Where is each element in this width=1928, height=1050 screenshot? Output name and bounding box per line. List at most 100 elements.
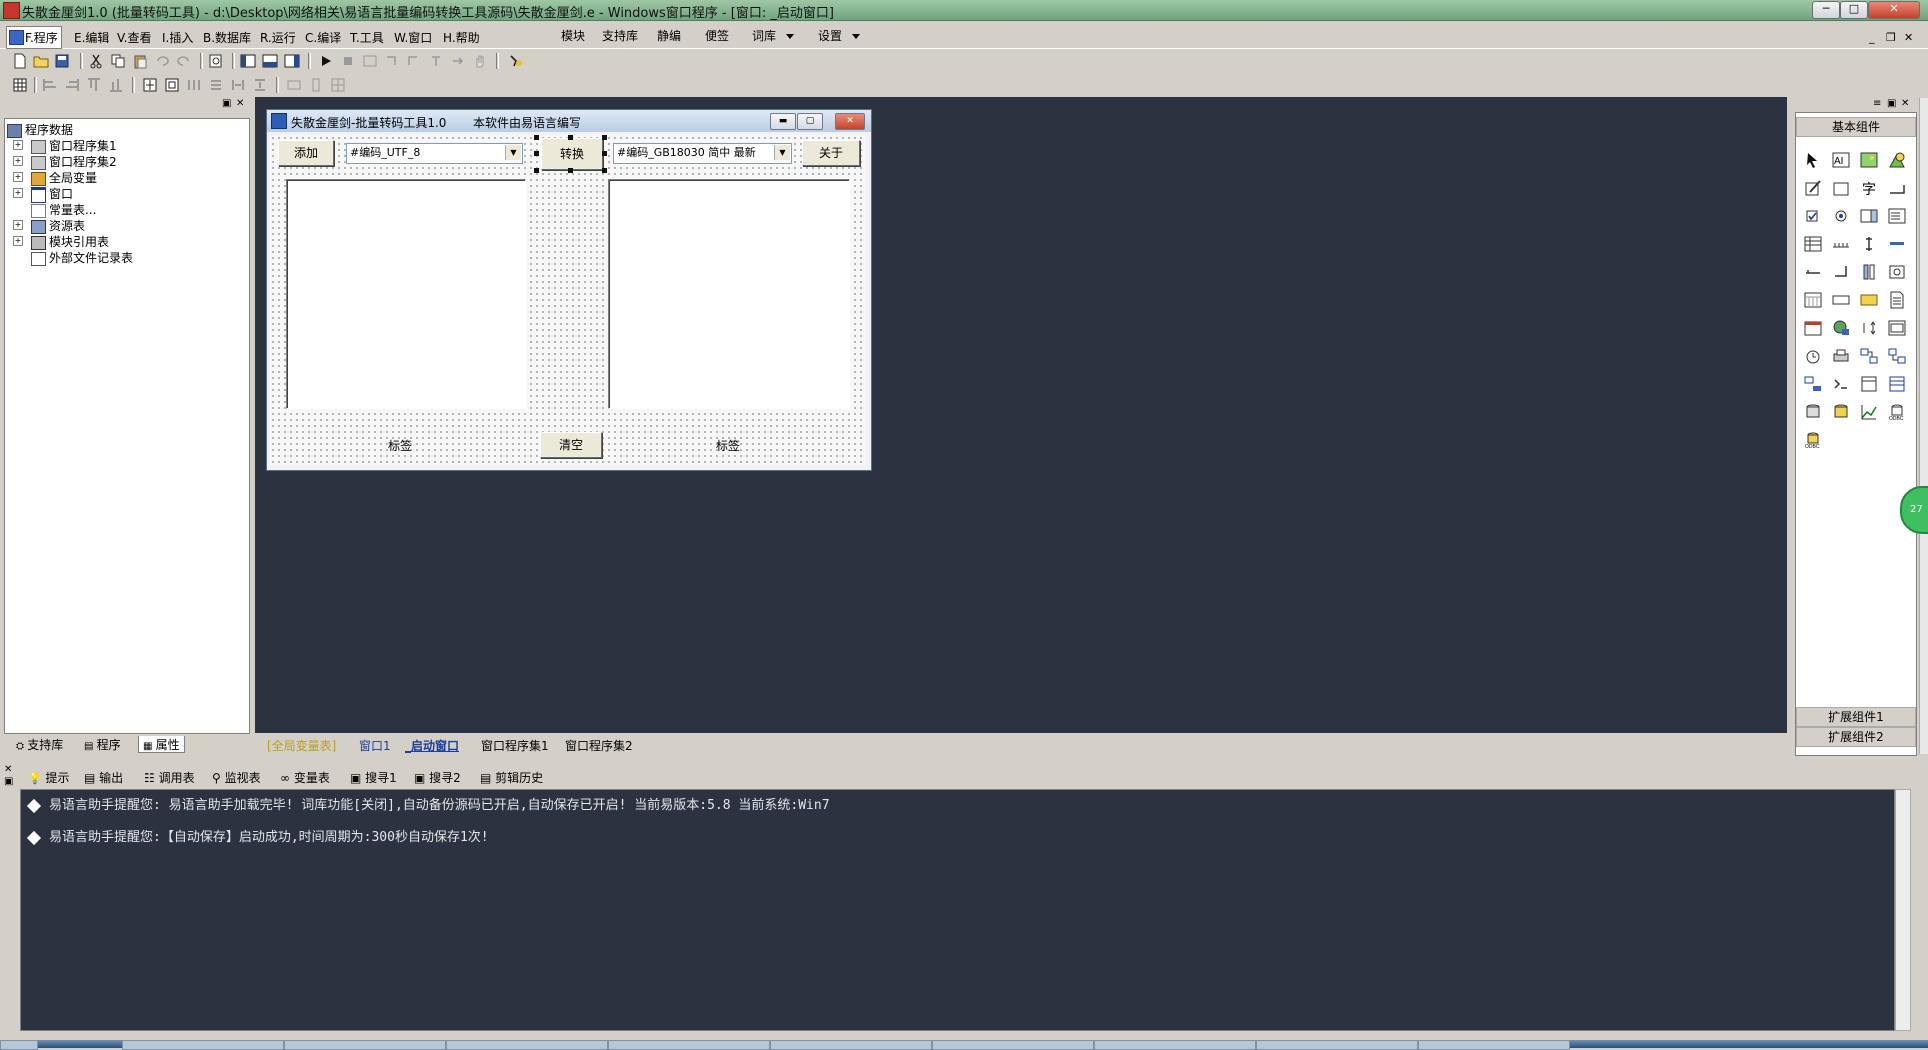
clear-button[interactable]: 清空 [540,432,602,458]
tab-properties[interactable]: ▦ 属性 [138,736,185,753]
same-height-icon[interactable] [186,77,202,93]
target-encoding-select[interactable]: #编码_GB18030 简中 最新 ▼ [613,143,792,164]
tab-variables[interactable]: ∞ 变量表 [280,769,330,786]
form-minimize-button[interactable]: ▬ [770,113,796,130]
tab-output[interactable]: ▤ 输出 [84,769,123,786]
tab-program[interactable]: ▤ 程序 [80,736,125,752]
paste-icon[interactable] [132,53,148,69]
menu-edit[interactable]: E.编辑 [74,29,109,46]
tree-item-windows[interactable]: 窗口 [31,185,73,203]
client-tool-icon[interactable] [1888,347,1906,365]
output-pin-icon[interactable]: ▣ [4,776,13,787]
label-tool-icon[interactable]: AI [1832,151,1850,169]
menu-run[interactable]: R.运行 [260,29,296,46]
group-box-icon[interactable] [1832,179,1850,197]
db-provider-icon[interactable] [1804,403,1822,421]
run-to-cursor-icon[interactable] [450,53,466,69]
taskbar-item[interactable] [1418,1040,1570,1050]
menu-module[interactable]: 模块 [561,27,585,44]
form-close-button[interactable]: ✕ [835,113,865,130]
menu-tools[interactable]: T.工具 [350,29,384,46]
edit-box-icon[interactable] [1888,179,1906,197]
add-button[interactable]: 添加 [278,140,334,166]
layout-bottom-icon[interactable] [262,53,278,69]
stop-icon[interactable] [340,53,356,69]
menu-view[interactable]: V.查看 [117,29,151,46]
network-tool-icon[interactable] [1860,347,1878,365]
tree-item-globals[interactable]: 全局变量 [31,169,97,186]
source-encoding-select[interactable]: #编码_UTF_8 ▼ [346,143,523,164]
expand-icon[interactable]: + [13,236,23,246]
menu-static[interactable]: 静编 [657,27,681,44]
selection-handle[interactable] [534,151,539,156]
mdi-restore-button[interactable]: ❐ [1886,31,1896,44]
right-scrollbar[interactable] [1919,98,1928,754]
tab-hint[interactable]: 💡 提示 [28,769,70,786]
tab-watch[interactable]: ⚲ 监视表 [212,769,261,786]
selection-handle[interactable] [602,151,607,156]
drawing-board-icon[interactable] [1804,179,1822,197]
maximize-button[interactable]: □ [1840,1,1868,19]
taskbar-item[interactable] [122,1040,284,1050]
center-h-icon[interactable] [142,77,158,93]
selection-handle[interactable] [602,135,607,140]
find-icon[interactable] [208,53,224,69]
image-box-icon[interactable] [1860,151,1878,169]
hand-icon[interactable] [472,53,488,69]
odbc-source-icon[interactable]: ODBC [1804,431,1822,450]
same-width-icon[interactable] [208,77,224,93]
close-icon[interactable]: ✕ [236,98,244,109]
tab-search1[interactable]: ▣ 搜寻1 [350,769,397,786]
align-right-icon[interactable] [64,77,80,93]
menu-compile[interactable]: C.编译 [305,29,341,46]
copy-icon[interactable] [110,53,126,69]
ext-components-2-button[interactable]: 扩展组件2 [1796,727,1916,747]
taskbar-item[interactable] [932,1040,1094,1050]
ext-components-1-button[interactable]: 扩展组件1 [1796,707,1916,727]
output-close-icon[interactable]: ✕ [4,764,12,775]
output-scrollbar[interactable] [1895,789,1911,1031]
lock-icon[interactable] [308,77,324,93]
pointer-icon[interactable] [1804,151,1822,169]
space-v-icon[interactable] [252,77,268,93]
form-maximize-button[interactable]: ▢ [797,113,823,130]
grid-icon[interactable] [12,77,28,93]
step-icon[interactable] [362,53,378,69]
tree-item-file-records[interactable]: 外部文件记录表 [31,249,133,266]
tab-clip-history[interactable]: ▤ 剪辑历史 [480,769,543,786]
pin-icon[interactable]: ▣ [222,98,231,109]
tab-startup-window[interactable]: _启动窗口 [405,737,459,753]
timer-tool-icon[interactable] [1860,291,1878,309]
close-icon[interactable]: ✕ [1901,98,1909,109]
selection-handle[interactable] [568,168,573,173]
menu-program[interactable]: F.程序 [6,26,62,49]
basic-components-header[interactable]: 基本组件 [1796,117,1916,137]
center-v-icon[interactable] [164,77,180,93]
vscroll-tool-icon[interactable] [1860,235,1878,253]
taskbar-item[interactable] [446,1040,608,1050]
menu-support-lib[interactable]: 支持库 [602,27,638,44]
tree-item-assembly1[interactable]: 窗口程序集1 [31,137,117,154]
divider-tool-icon[interactable] [1804,263,1822,281]
redo-icon[interactable] [176,53,192,69]
source-text-box[interactable] [286,179,526,409]
combo-tool-icon[interactable] [1860,207,1878,225]
listbox-tool-icon[interactable] [1888,207,1906,225]
align-bottom-icon[interactable] [108,77,124,93]
tab-assembly2[interactable]: 窗口程序集2 [565,737,633,753]
clock-tool-icon[interactable] [1804,347,1822,365]
expand-icon[interactable]: + [13,188,23,198]
run-icon[interactable] [318,53,334,69]
size-to-grid-icon[interactable] [330,77,346,93]
db-form-icon[interactable] [1888,375,1906,393]
taskbar-item[interactable] [770,1040,932,1050]
tree-item-constants[interactable]: 常量表... [31,201,96,218]
taskbar-item[interactable] [1256,1040,1418,1050]
selection-handle[interactable] [602,168,607,173]
taskbar-item[interactable] [1094,1040,1256,1050]
output-console[interactable]: 易语言助手提醒您: 易语言助手加载完毕! 词库功能[关闭],自动备份源码已开启,… [20,789,1895,1031]
save-icon[interactable] [54,53,70,69]
dock-icon[interactable]: ≡ [1873,98,1881,109]
server-tool-icon[interactable] [1804,375,1822,393]
step-into-icon[interactable] [384,53,400,69]
